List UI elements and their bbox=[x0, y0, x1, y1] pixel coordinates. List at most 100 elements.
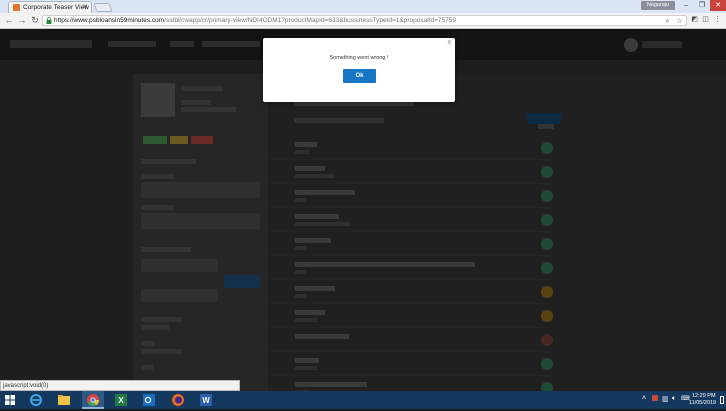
menu-kebab-icon[interactable]: ⋮ bbox=[713, 14, 722, 25]
company-summary-panel bbox=[133, 74, 268, 391]
list-item[interactable] bbox=[268, 283, 556, 304]
status-dot-icon bbox=[541, 382, 553, 391]
header-nav-item[interactable] bbox=[170, 41, 194, 47]
site-favicon-icon bbox=[13, 4, 20, 11]
list-item[interactable] bbox=[268, 355, 556, 376]
site-logo bbox=[10, 40, 92, 48]
list-item[interactable] bbox=[268, 331, 556, 352]
status-dot-icon bbox=[541, 238, 553, 250]
status-dot-icon bbox=[541, 358, 553, 370]
extension-shield-icon[interactable]: ◫ bbox=[701, 14, 710, 25]
chrome-icon[interactable] bbox=[82, 391, 104, 409]
list-item[interactable] bbox=[268, 307, 556, 328]
text-field[interactable] bbox=[141, 289, 218, 302]
lock-icon bbox=[46, 17, 52, 24]
status-badge bbox=[191, 136, 213, 144]
status-dot-icon bbox=[541, 214, 553, 226]
field-value bbox=[141, 349, 181, 354]
report-list bbox=[268, 74, 568, 391]
status-badge bbox=[170, 136, 188, 144]
list-item[interactable] bbox=[268, 211, 556, 232]
field-label bbox=[141, 205, 173, 210]
link-status-tooltip: javascript:void(0) bbox=[0, 380, 240, 391]
file-explorer-icon[interactable] bbox=[53, 391, 75, 409]
text-field[interactable] bbox=[141, 259, 218, 272]
action-button[interactable] bbox=[224, 275, 260, 288]
company-detail bbox=[181, 107, 236, 112]
volume-icon[interactable]: 🔈︎ bbox=[672, 395, 676, 403]
company-detail bbox=[181, 100, 211, 105]
status-dot-icon bbox=[541, 166, 553, 178]
windows-start-icon[interactable] bbox=[0, 391, 20, 409]
excel-icon[interactable]: X bbox=[110, 391, 132, 409]
url-host: https://www.psbloansin59minutes.com bbox=[54, 17, 165, 24]
text-field[interactable] bbox=[141, 182, 260, 198]
word-icon[interactable]: W bbox=[195, 391, 217, 409]
header-nav-item[interactable] bbox=[202, 41, 260, 47]
profile-button[interactable]: Nagaraju bbox=[641, 1, 675, 10]
window-close-icon[interactable]: ✕ bbox=[710, 0, 726, 11]
user-name bbox=[642, 41, 682, 48]
clock-date[interactable]: 11/05/2019 bbox=[689, 400, 716, 406]
list-item[interactable] bbox=[268, 235, 556, 256]
section-heading bbox=[141, 159, 196, 164]
primary-view-panel bbox=[268, 74, 726, 391]
section-heading bbox=[141, 247, 191, 252]
text-field[interactable] bbox=[141, 213, 260, 229]
company-name bbox=[181, 86, 223, 91]
notification-icon[interactable] bbox=[720, 396, 724, 404]
header-nav-item[interactable] bbox=[108, 41, 156, 47]
status-badge bbox=[143, 136, 167, 144]
extension-icon[interactable]: ◩ bbox=[690, 14, 699, 25]
minimize-icon[interactable]: – bbox=[678, 0, 694, 11]
status-dot-icon bbox=[541, 286, 553, 298]
error-dialog: x Something went wrong ! Ok bbox=[263, 38, 455, 102]
field-label bbox=[141, 174, 173, 179]
status-dot-icon bbox=[541, 310, 553, 322]
status-dot-icon bbox=[541, 190, 553, 202]
address-bar[interactable]: https://www.psbloansin59minutes.com/sidb… bbox=[42, 15, 687, 26]
network-icon[interactable]: ▥ bbox=[662, 395, 669, 403]
list-item[interactable] bbox=[268, 379, 556, 391]
field-value bbox=[141, 325, 169, 330]
ok-button[interactable]: Ok bbox=[343, 69, 376, 83]
field-label bbox=[141, 365, 153, 370]
list-item[interactable] bbox=[268, 259, 556, 280]
status-dot-icon bbox=[541, 142, 553, 154]
taskbar: X W ˄ ▥ 🔈︎ ⌨ 12:29 PM 11/05/2019 bbox=[0, 391, 726, 409]
svg-text:X: X bbox=[118, 396, 124, 405]
clock-time[interactable]: 12:29 PM bbox=[692, 393, 716, 399]
system-tray: ˄ ▥ 🔈︎ ⌨ 12:29 PM 11/05/2019 bbox=[640, 391, 726, 409]
avatar[interactable] bbox=[624, 38, 638, 52]
list-item[interactable] bbox=[268, 163, 556, 184]
firefox-icon[interactable] bbox=[167, 391, 189, 409]
reload-icon[interactable]: ↻ bbox=[29, 14, 41, 27]
url-text: https://www.psbloansin59minutes.com/sidb… bbox=[54, 17, 456, 24]
company-logo bbox=[141, 83, 175, 117]
dialog-close-icon[interactable]: x bbox=[448, 39, 452, 46]
back-icon[interactable]: ← bbox=[3, 14, 15, 27]
browser-toolbar: ← → ↻ https://www.psbloansin59minutes.co… bbox=[0, 13, 726, 29]
new-tab-button[interactable] bbox=[93, 3, 113, 12]
maximize-icon[interactable]: ❐ bbox=[694, 0, 710, 11]
tab-strip: Corporate Teaser View ✕ Nagaraju – ❐ ✕ bbox=[0, 0, 726, 13]
url-path: /sidbi/cwapp/cr/primary-view/NDI4ODM1?pr… bbox=[164, 17, 456, 24]
field-label bbox=[141, 341, 155, 346]
zoom-icon[interactable]: ⌕ bbox=[663, 16, 672, 27]
tab-title: Corporate Teaser View bbox=[23, 4, 89, 11]
bookmark-star-icon[interactable]: ☆ bbox=[675, 16, 684, 27]
dialog-message: Something went wrong ! bbox=[329, 55, 389, 61]
internet-explorer-icon[interactable] bbox=[25, 391, 47, 409]
field-label bbox=[141, 317, 181, 322]
status-dot-icon bbox=[541, 262, 553, 274]
tray-app-icon[interactable] bbox=[652, 395, 658, 401]
outlook-icon[interactable] bbox=[138, 391, 160, 409]
status-dot-icon bbox=[541, 334, 553, 346]
list-item[interactable] bbox=[268, 139, 556, 160]
forward-icon[interactable]: → bbox=[16, 14, 28, 27]
list-item[interactable] bbox=[268, 187, 556, 208]
tab-corporate-teaser-view[interactable]: Corporate Teaser View ✕ bbox=[8, 1, 92, 13]
tray-chevron-icon[interactable]: ˄ bbox=[642, 395, 646, 402]
tab-close-icon[interactable]: ✕ bbox=[82, 3, 88, 11]
svg-text:W: W bbox=[202, 396, 210, 405]
